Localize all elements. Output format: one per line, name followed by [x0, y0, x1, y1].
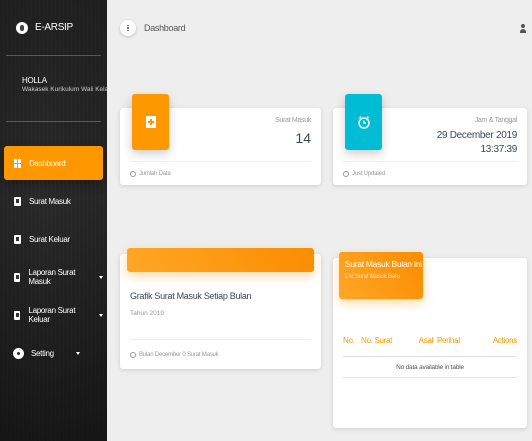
column-header-asal[interactable]: Asal [407, 336, 437, 350]
current-date: 29 December 2019 [436, 130, 518, 141]
dot-icon [127, 24, 129, 27]
sidebar-item-laporan-surat-keluar[interactable]: Laporan Surat Keluar [4, 298, 103, 332]
brand[interactable]: E-ARSIP [6, 0, 101, 56]
table-card: Surat Masuk Bulan Ini List Surat Masuk B… [333, 252, 527, 428]
card-footer: Jumlah Data [130, 161, 311, 185]
sidebar-item-surat-masuk[interactable]: Surat Masuk [4, 184, 103, 218]
table-empty-row: No data available in table [343, 356, 517, 378]
alarm-clock-icon [357, 116, 370, 129]
sidebar-item-label: Laporan Surat Masuk [28, 268, 76, 286]
sidebar-nav: Dashboard Surat Masuk Surat Keluar Lapor… [0, 122, 107, 370]
chart-area [127, 248, 314, 272]
card-footer: Just Updated [343, 161, 517, 185]
column-header-no-surat[interactable]: No. Surat [361, 336, 407, 350]
stat-icon-box [132, 94, 169, 150]
current-time: 13:37:39 [480, 144, 517, 155]
stat-card-clock: Jam & Tanggal 29 December 2019 13:37:39 … [333, 94, 527, 185]
mail-doc-icon [145, 116, 156, 128]
table-title: Surat Masuk Bulan Ini [345, 259, 422, 269]
clock-icon [130, 351, 136, 358]
sidebar-item-label: Setting [31, 348, 54, 358]
chart-card: Grafik Surat Masuk Setiap Bulan Tahun 20… [120, 248, 321, 369]
user-name: HOLLA [22, 76, 47, 85]
document-icon [14, 234, 21, 244]
gear-icon [14, 348, 23, 358]
column-header-actions[interactable]: Actions [477, 336, 517, 350]
column-header-perihal[interactable]: Perihal [437, 336, 477, 350]
column-header-no[interactable]: No. [343, 336, 361, 350]
footer-text: Jumlah Data [139, 170, 171, 177]
sidebar-item-dashboard[interactable]: Dashboard [4, 146, 103, 180]
stat-label: Jam & Tanggal [474, 117, 518, 124]
caret-down-icon [99, 275, 103, 279]
stat-card-surat-masuk: Surat Masuk 14 Jumlah Data [120, 94, 321, 185]
sidebar-item-surat-keluar[interactable]: Surat Keluar [4, 222, 103, 256]
dot-icon [127, 29, 129, 32]
stat-label: Surat Masuk [275, 117, 311, 124]
card-footer: Bulan December 0 Surat Masuk [130, 339, 311, 369]
report-icon [14, 310, 21, 320]
logo-icon [16, 21, 28, 34]
dot-icon [127, 27, 129, 29]
sidebar-toggle-button[interactable] [120, 20, 136, 36]
info-icon [130, 170, 136, 177]
topbar: Dashboard [107, 0, 532, 56]
document-icon [14, 196, 21, 206]
sidebar: E-ARSIP HOLLA Wakasek Kurikulum Wali Kel… [0, 0, 107, 441]
stat-icon-box [345, 94, 382, 150]
sidebar-item-laporan-surat-masuk[interactable]: Laporan Surat Masuk [4, 260, 103, 294]
footer-text: Just Updated [352, 170, 385, 177]
brand-name: E-ARSIP [35, 22, 73, 33]
refresh-icon [343, 170, 349, 177]
caret-down-icon [75, 351, 80, 355]
user-profile[interactable]: HOLLA Wakasek Kurikulum Wali Kelas [6, 56, 107, 122]
sidebar-item-label: Laporan Surat Keluar [28, 306, 76, 324]
sidebar-item-label: Dashboard [29, 158, 66, 168]
table-card-header: Surat Masuk Bulan Ini List Surat Masuk B… [339, 252, 423, 299]
stat-value: 14 [295, 130, 311, 146]
sidebar-item-label: Surat Masuk [29, 196, 71, 206]
chart-title: Grafik Surat Masuk Setiap Bulan [130, 291, 252, 301]
dashboard-icon [14, 158, 21, 168]
footer-text: Bulan December 0 Surat Masuk [139, 351, 219, 358]
table-header-row: No. No. Surat Asal Perihal Actions [343, 336, 517, 350]
report-icon [14, 272, 21, 282]
caret-down-icon [99, 313, 103, 317]
table-subtitle: List Surat Masuk Baru [345, 274, 400, 280]
page-title: Dashboard [144, 23, 186, 33]
chart-subtitle: Tahun 2019 [130, 310, 164, 317]
user-role: Wakasek Kurikulum Wali Kelas [22, 86, 107, 93]
sidebar-item-label: Surat Keluar [29, 234, 70, 244]
user-icon[interactable] [520, 24, 526, 33]
sidebar-item-setting[interactable]: Setting [4, 336, 103, 370]
